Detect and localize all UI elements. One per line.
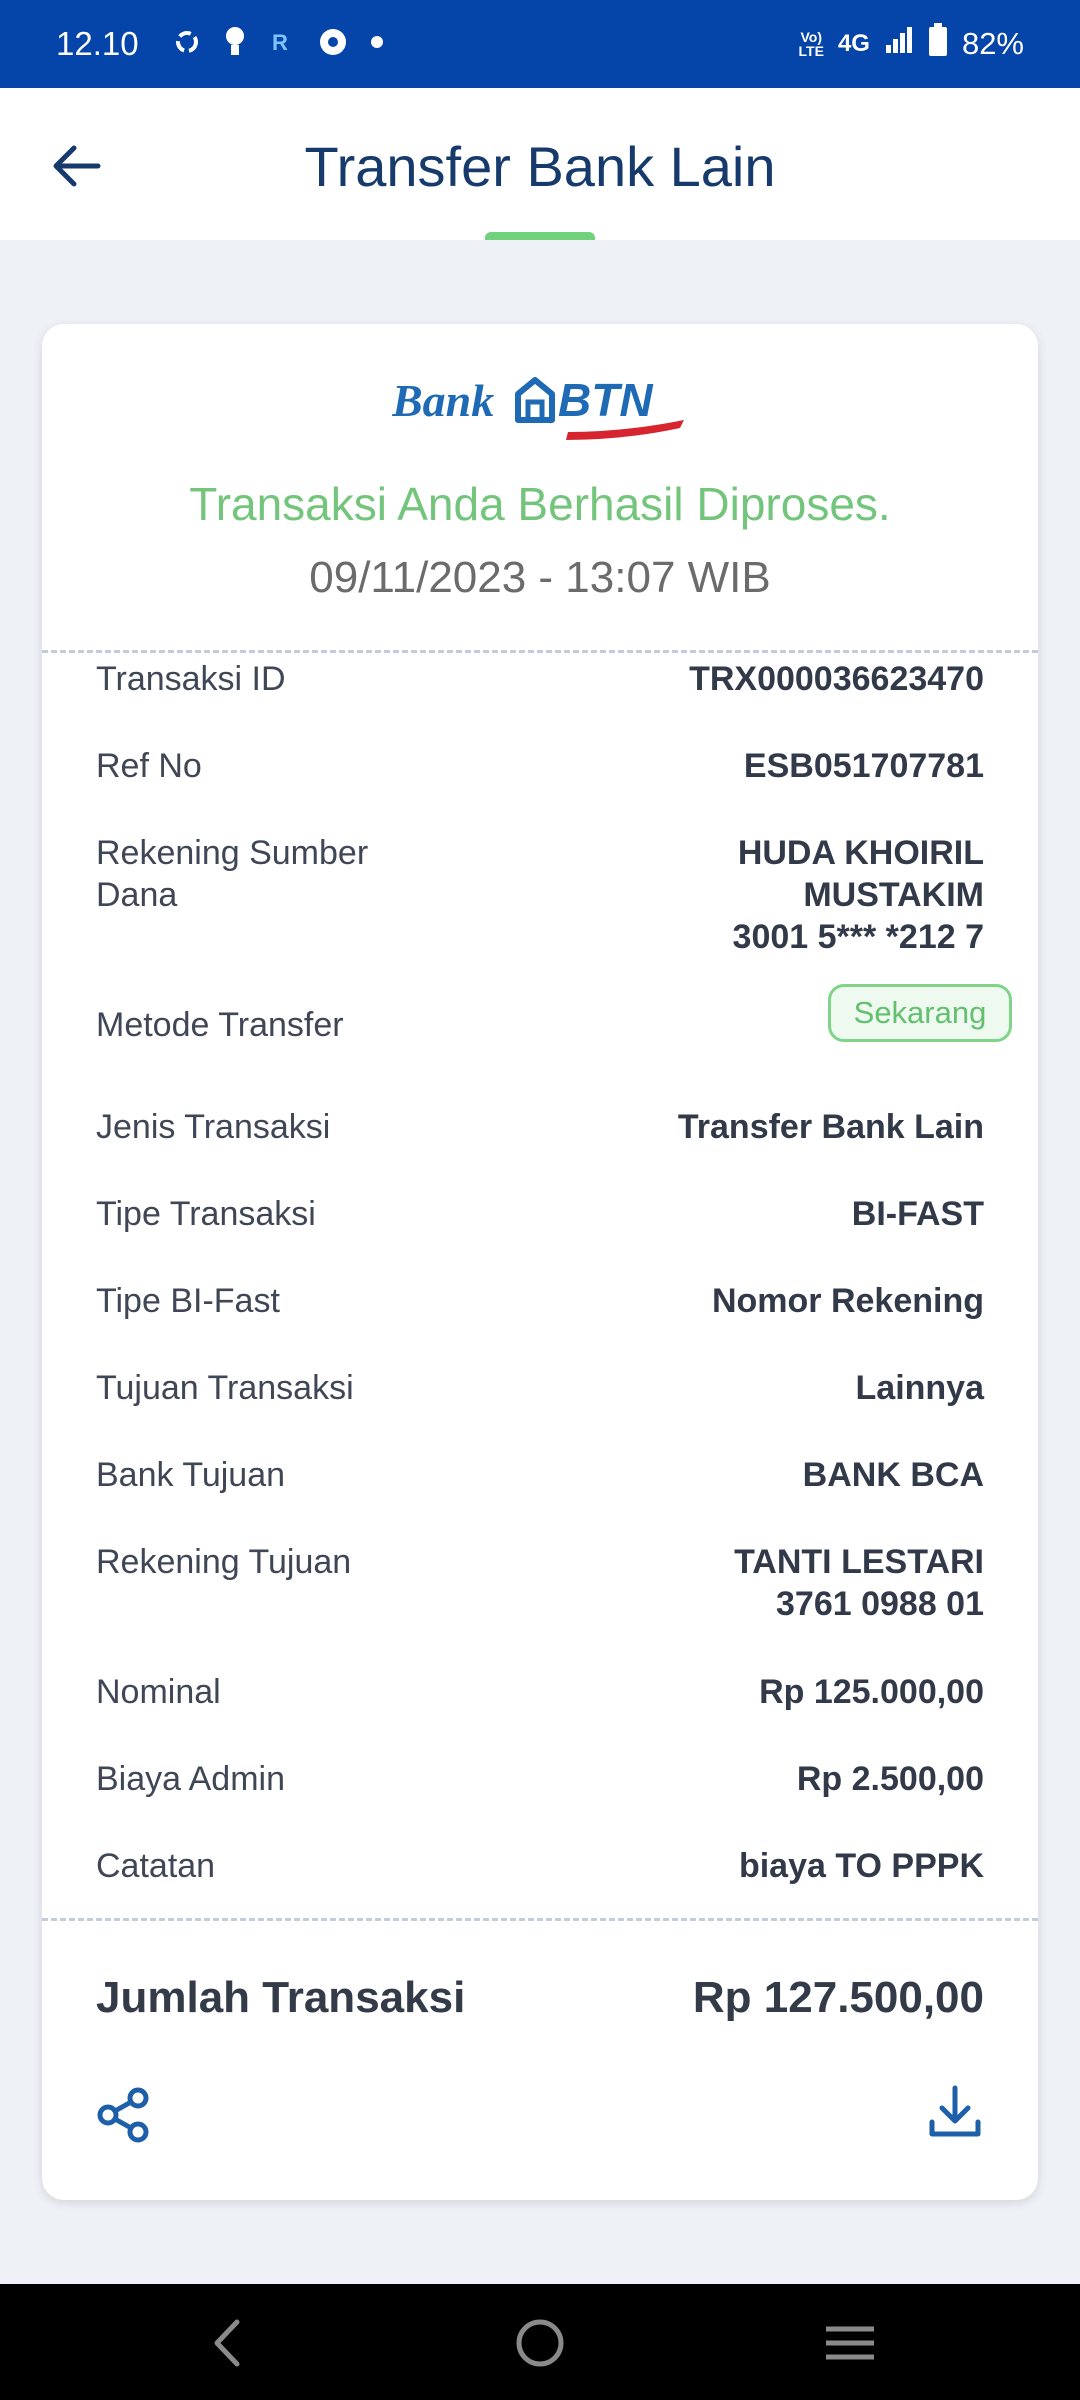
detail-value: Rp 2.500,00 xyxy=(796,1760,984,1798)
detail-value: Rp 125.000,00 xyxy=(759,1673,984,1711)
total-label: Jumlah Transaksi xyxy=(96,1973,466,2022)
nav-back-icon xyxy=(214,2319,240,2367)
divider xyxy=(42,650,1038,653)
detail-label: Tipe Transaksi xyxy=(96,1195,316,1233)
transaction-datetime: 09/11/2023 - 13:07 WIB xyxy=(309,553,771,602)
status-time: 12.10 xyxy=(56,25,139,62)
detail-label: Tipe BI-Fast xyxy=(96,1282,280,1320)
r-app-icon: R xyxy=(268,28,296,61)
share-button[interactable] xyxy=(92,2084,154,2146)
detail-value: TRX000036623470 xyxy=(689,660,984,698)
sync-icon xyxy=(172,27,202,62)
download-button[interactable] xyxy=(924,2082,986,2144)
battery-icon xyxy=(928,23,948,65)
bank-btn-logo: Bank BTN xyxy=(392,374,684,440)
detail-label: Jenis Transaksi xyxy=(96,1108,331,1146)
svg-text:BTN: BTN xyxy=(558,374,653,426)
detail-label: Ref No xyxy=(96,747,202,785)
detail-value: BANK BCA xyxy=(802,1456,984,1494)
battery-percent: 82% xyxy=(961,26,1024,61)
detail-label: Transaksi ID xyxy=(96,660,286,698)
detail-value: biaya TO PPPK xyxy=(738,1847,984,1885)
detail-label: Bank Tujuan xyxy=(96,1456,286,1494)
divider xyxy=(42,1918,1038,1921)
volte-indicator: Vo) LTE xyxy=(798,29,824,59)
detail-label: Biaya Admin xyxy=(96,1760,285,1798)
detail-value-account-number: 3761 0988 01 xyxy=(776,1585,984,1623)
detail-label: Nominal xyxy=(96,1673,221,1711)
page-title: Transfer Bank Lain xyxy=(304,135,776,198)
tab-indicator xyxy=(485,232,595,240)
receipt-card: Bank BTN Transaksi Anda Berhasil Diprose… xyxy=(42,324,1038,2200)
signal-icon xyxy=(884,25,914,63)
network-type: 4G xyxy=(837,30,870,57)
nav-home-button[interactable] xyxy=(505,2308,575,2378)
svg-text:R: R xyxy=(272,30,288,55)
app-header: Transfer Bank Lain xyxy=(0,88,1080,240)
bulb-icon xyxy=(224,25,246,64)
nav-home-icon xyxy=(516,2319,564,2367)
dot-icon xyxy=(370,35,384,54)
detail-value: Nomor Rekening xyxy=(711,1282,984,1320)
detail-label: Tujuan Transaksi xyxy=(96,1369,354,1407)
notification-icons: R xyxy=(172,22,384,66)
detail-label: Rekening Tujuan xyxy=(96,1543,352,1581)
detail-value: Lainnya xyxy=(855,1369,984,1407)
download-icon xyxy=(929,2085,981,2137)
status-bar: 12.10 R Vo) LTE 4G 82% xyxy=(0,0,1080,88)
success-message: Transaksi Anda Berhasil Diproses. xyxy=(189,478,891,530)
detail-value: Transfer Bank Lain xyxy=(677,1108,984,1146)
detail-label: Catatan xyxy=(96,1847,216,1885)
transfer-method-badge: Sekarang xyxy=(828,984,1012,1042)
share-icon xyxy=(97,2087,149,2143)
detail-value: BI-FAST xyxy=(851,1195,984,1233)
svg-text:Bank: Bank xyxy=(392,375,494,426)
total-value: Rp 127.500,00 xyxy=(692,1973,984,2022)
detail-label: Metode Transfer xyxy=(96,1006,344,1044)
detail-value: ESB051707781 xyxy=(743,747,984,785)
detail-value-account-number: 3001 5*** *212 7 xyxy=(732,918,984,956)
detail-value: TANTI LESTARI xyxy=(734,1543,984,1581)
nav-back-button[interactable] xyxy=(192,2308,262,2378)
chrome-icon xyxy=(318,27,348,62)
nav-recents-button[interactable] xyxy=(815,2308,885,2378)
system-nav-bar xyxy=(0,2284,1080,2400)
nav-recents-icon xyxy=(826,2326,874,2360)
detail-label: Rekening Sumber Dana xyxy=(96,834,369,914)
detail-value: HUDA KHOIRIL MUSTAKIM xyxy=(737,834,984,914)
status-right: Vo) LTE 4G 82% xyxy=(799,22,1024,66)
